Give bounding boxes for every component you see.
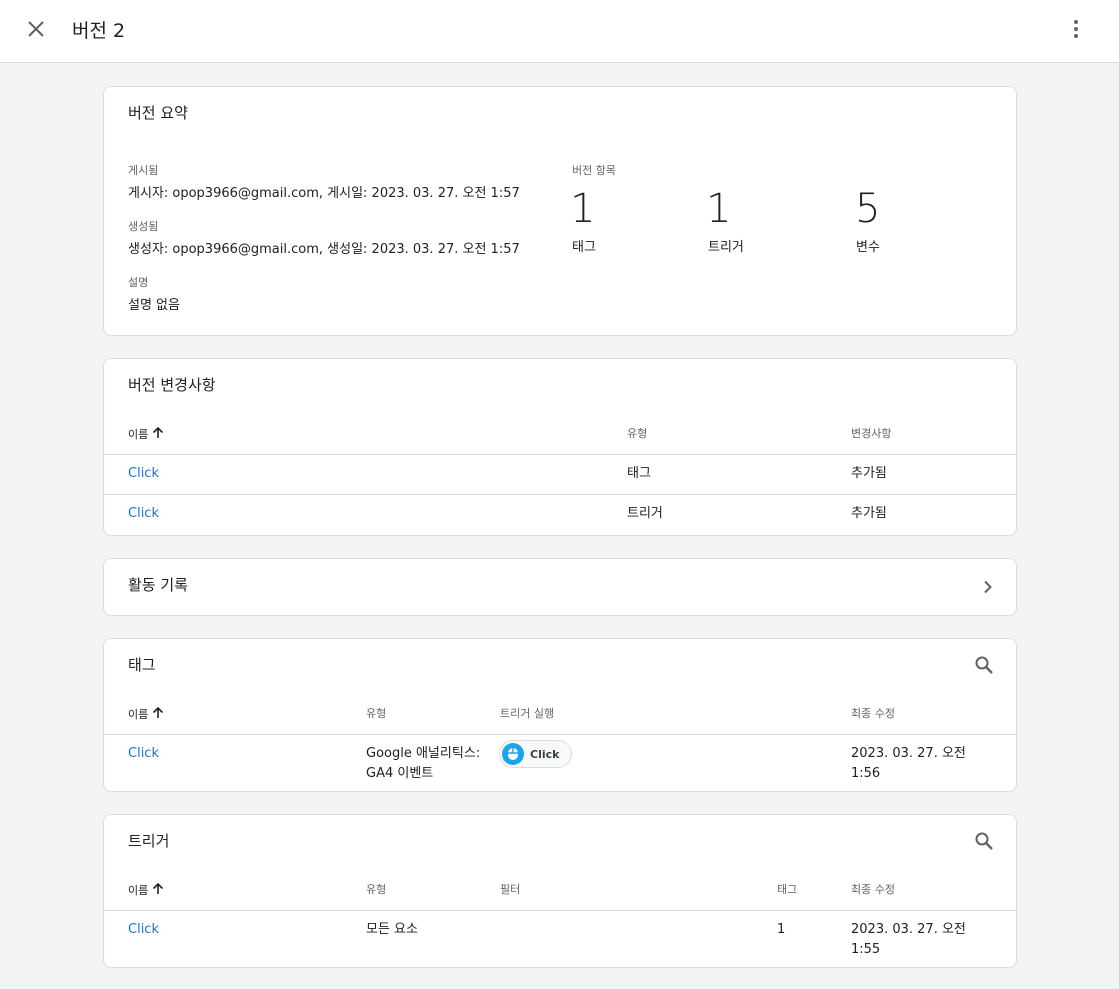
column-header-name-label: 이름 [128,428,149,441]
table-row: Click Google 애널리틱스: GA4 이벤트 Click 2023. … [104,734,1016,791]
column-header-modified[interactable]: 최종 수정 [851,707,895,721]
table-row: Click 태그 추가됨 [104,454,1016,494]
column-header-name[interactable]: 이름 [128,706,164,723]
column-header-type[interactable]: 유형 [366,707,386,721]
created-value: 생성자: opop3966@gmail.com, 생성일: 2023. 03. … [128,242,520,257]
tag-type-line2: GA4 이벤트 [366,766,434,781]
trigger-name-link[interactable]: Click [128,920,159,940]
arrow-up-icon [152,706,164,723]
chevron-right-icon[interactable] [978,577,998,597]
tag-type-line1: Google 애널리틱스: [366,746,481,761]
change-type: 트리거 [627,506,663,521]
change-name-link[interactable]: Click [128,464,159,484]
change-status: 추가됨 [851,466,887,481]
triggers-search-button[interactable] [970,829,998,857]
summary-title: 버전 요약 [128,104,188,122]
activity-title: 활동 기록 [128,576,188,594]
trigger-chip-label: Click [530,747,560,761]
column-header-name-label: 이름 [128,884,149,897]
triggers-card: 트리거 이름 유형 필터 태그 최종 수정 Click 모든 요소 1 2023… [103,814,1017,968]
variable-count-label: 변수 [856,240,880,255]
column-header-type[interactable]: 유형 [366,883,386,897]
tags-search-button[interactable] [970,653,998,681]
table-row: Click 트리거 추가됨 [104,494,1016,535]
more-vert-icon [1073,19,1079,43]
column-header-name[interactable]: 이름 [128,426,164,443]
search-icon [974,831,994,855]
close-button[interactable] [20,15,52,47]
column-header-filter[interactable]: 필터 [500,883,520,897]
more-options-button[interactable] [1060,15,1092,47]
description-value: 설명 없음 [128,298,180,313]
version-items-label: 버전 항목 [572,164,616,177]
change-type: 태그 [627,466,651,481]
published-label: 게시됨 [128,164,159,177]
tag-name-link[interactable]: Click [128,744,159,764]
trigger-type: 모든 요소 [366,922,418,937]
search-icon [974,655,994,679]
variable-count: 5 [855,186,881,232]
version-changes-card: 버전 변경사항 이름 유형 변경사항 Click 태그 추가됨 Click 트리… [103,358,1017,536]
tag-count-label: 태그 [572,240,596,255]
column-header-type[interactable]: 유형 [627,427,647,441]
triggers-title: 트리거 [128,832,170,850]
column-header-name-label: 이름 [128,708,149,721]
close-icon [27,20,45,42]
tag-modified-line1: 2023. 03. 27. 오전 [851,746,966,761]
version-summary-card: 버전 요약 게시됨 게시자: opop3966@gmail.com, 게시일: … [103,86,1017,336]
column-header-firing[interactable]: 트리거 실행 [500,707,554,721]
tag-count: 1 [570,186,596,232]
description-label: 설명 [128,276,149,289]
change-name-link[interactable]: Click [128,504,159,524]
arrow-up-icon [152,426,164,443]
arrow-up-icon [152,882,164,899]
tag-modified-line2: 1:56 [851,766,881,781]
mouse-click-icon [502,743,524,765]
column-header-modified[interactable]: 최종 수정 [851,883,895,897]
trigger-tag-count: 1 [777,922,786,937]
changes-title: 버전 변경사항 [128,376,216,394]
tags-title: 태그 [128,656,156,674]
table-row: Click 모든 요소 1 2023. 03. 27. 오전 1:55 [104,910,1016,967]
created-label: 생성됨 [128,220,159,233]
column-header-name[interactable]: 이름 [128,882,164,899]
published-value: 게시자: opop3966@gmail.com, 게시일: 2023. 03. … [128,186,520,201]
trigger-chip[interactable]: Click [499,740,573,768]
trigger-modified-line2: 1:55 [851,942,881,957]
trigger-count: 1 [706,186,732,232]
page-title: 버전 2 [72,20,126,42]
change-status: 추가됨 [851,506,887,521]
column-header-change[interactable]: 변경사항 [851,427,891,441]
activity-history-card[interactable]: 활동 기록 [103,558,1017,616]
trigger-modified-line1: 2023. 03. 27. 오전 [851,922,966,937]
column-header-tags[interactable]: 태그 [777,883,797,897]
top-app-bar: 버전 2 [0,0,1119,63]
tags-card: 태그 이름 유형 트리거 실행 최종 수정 Click Google 애널리틱스… [103,638,1017,792]
trigger-count-label: 트리거 [708,240,744,255]
